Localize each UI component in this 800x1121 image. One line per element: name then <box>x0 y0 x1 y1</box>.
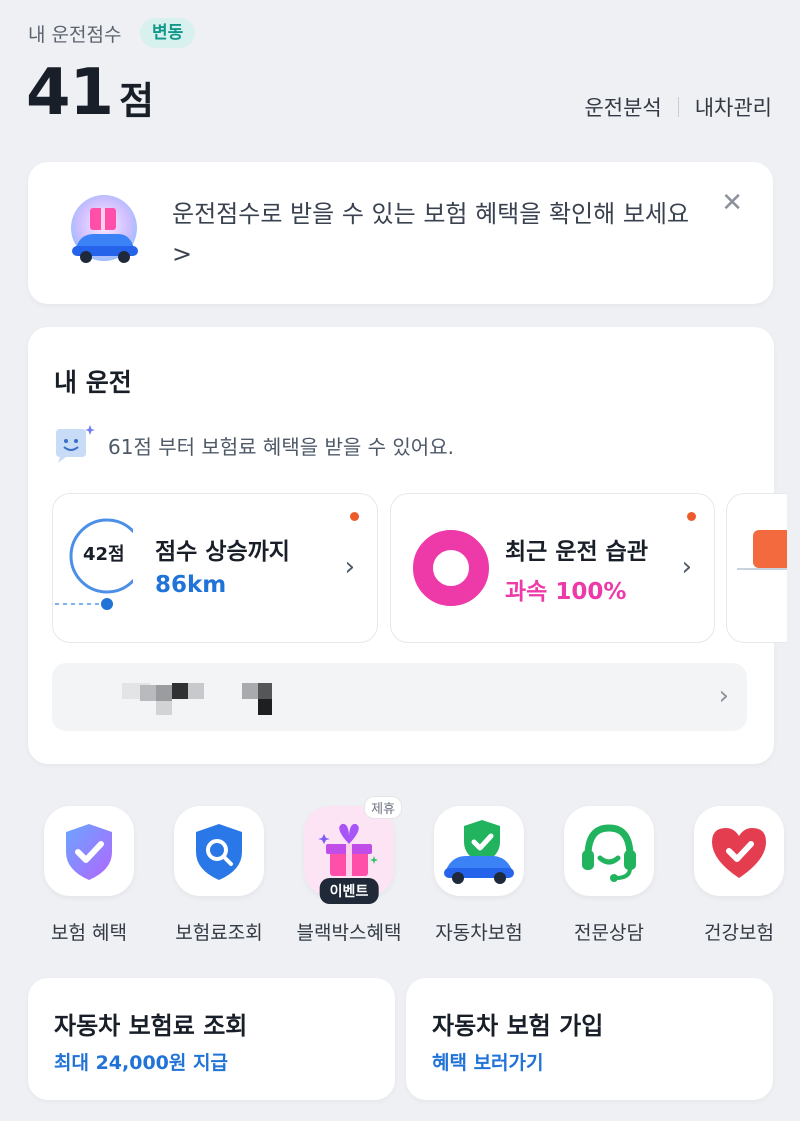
quick-menu-health-insurance[interactable]: 건강보험 <box>692 806 786 945</box>
event-tag: 이벤트 <box>319 878 379 904</box>
quick-menu-premium-check[interactable]: 보험료조회 <box>172 806 266 945</box>
driving-analysis-link[interactable]: 운전분석 <box>584 92 661 122</box>
driving-habit-card[interactable]: 최근 운전 습관 과속 100% › <box>390 493 715 643</box>
score-unit: 점 <box>119 79 155 123</box>
chevron-right-icon: › <box>344 552 355 582</box>
score-up-card[interactable]: 42점 점수 상승까지 86km › <box>52 493 378 643</box>
quick-menu-insurance-benefit[interactable]: 보험 혜택 <box>42 806 136 945</box>
car-shield-icon <box>434 806 524 896</box>
quick-menu-label: 자동차보험 <box>435 922 523 944</box>
smile-sparkle-icon <box>56 425 95 463</box>
insurance-signup-card[interactable]: 자동차 보험 가입 혜택 보러가기 <box>406 978 773 1100</box>
status-badge: 변동 <box>140 18 196 48</box>
quick-menu-car-insurance[interactable]: 자동차보험 <box>432 806 526 945</box>
my-driving-card: 내 운전 61점 부터 보험료 혜택을 받을 수 있어요. 42점 점수 상승까… <box>28 327 787 764</box>
promo-text: 운전점수로 받을 수 있는 보험 혜택을 확인해 보세요 > <box>172 200 690 268</box>
my-car-link[interactable]: 내차관리 <box>695 92 772 122</box>
alert-dot <box>687 512 696 521</box>
headset-icon <box>564 806 654 896</box>
chevron-right-icon: › <box>681 552 692 582</box>
benefit-info: 61점 부터 보험료 혜택을 받을 수 있어요. <box>52 423 454 467</box>
promo-banner[interactable]: 운전점수로 받을 수 있는 보험 혜택을 확인해 보세요 > ✕ <box>28 162 773 304</box>
speeding-rate: 과속 100% <box>505 579 627 605</box>
alert-dot <box>350 512 359 521</box>
card-title: 자동차 보험료 조회 <box>54 1012 248 1040</box>
card-title: 최근 운전 습관 <box>505 539 648 565</box>
partial-card[interactable] <box>726 493 787 643</box>
quick-menu-consultation[interactable]: 전문상담 <box>562 806 656 945</box>
driving-score: 41 점 <box>26 56 154 130</box>
card-title: 자동차 보험 가입 <box>432 1012 604 1040</box>
quick-menu-label: 건강보험 <box>704 922 774 944</box>
gift-icon: 제휴 이벤트 <box>304 796 402 904</box>
card-title: 점수 상승까지 <box>155 539 290 565</box>
benefit-text: 61점 부터 보험료 혜택을 받을 수 있어요. <box>108 434 454 459</box>
quick-menu-label: 전문상담 <box>574 922 644 944</box>
score-value: 41 <box>26 56 114 130</box>
quick-menu-label: 블랙박스혜택 <box>296 922 402 944</box>
donut-chart-icon <box>413 530 489 606</box>
remaining-distance: 86km <box>155 572 227 598</box>
chart-icon <box>753 530 787 568</box>
heart-check-icon <box>694 806 784 896</box>
card-subtitle: 최대 24,000원 지급 <box>54 1052 228 1074</box>
chevron-right-icon: › <box>718 681 729 711</box>
current-score-label: 42점 <box>83 544 125 565</box>
car-gift-icon <box>68 192 144 268</box>
premium-check-card[interactable]: 자동차 보험료 조회 최대 24,000원 지급 <box>28 978 395 1100</box>
quick-menu-label: 보험 혜택 <box>51 922 127 944</box>
partner-tag: 제휴 <box>364 796 402 819</box>
close-icon[interactable]: ✕ <box>721 188 743 218</box>
divider <box>677 97 679 117</box>
shield-search-icon <box>174 806 264 896</box>
section-label: 내 운전점수 <box>28 24 122 46</box>
line-icon <box>737 568 787 570</box>
section-title: 내 운전 <box>54 368 132 397</box>
quick-menu-label: 보험료조회 <box>175 922 263 944</box>
quick-menu-blackbox[interactable]: 제휴 이벤트 블랙박스혜택 <box>297 796 402 945</box>
header-links: 운전분석 내차관리 <box>584 92 772 122</box>
shield-check-icon <box>44 806 134 896</box>
hidden-info-row[interactable]: › <box>52 663 747 731</box>
card-subtitle: 혜택 보러가기 <box>432 1052 544 1074</box>
